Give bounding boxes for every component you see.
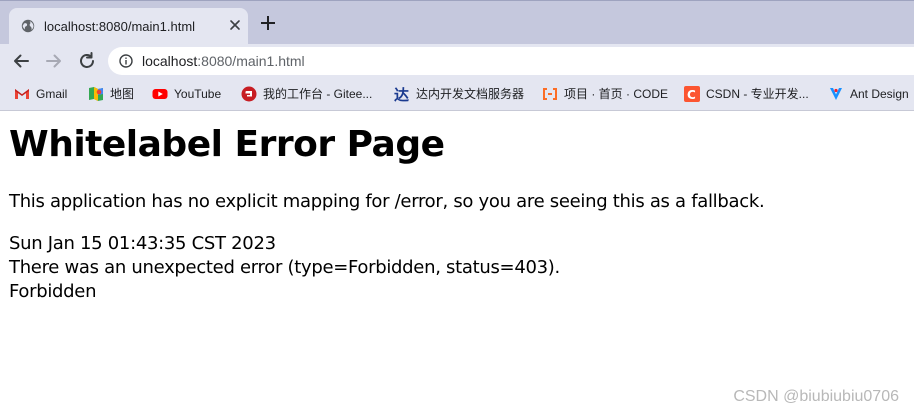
bookmark-youtube[interactable]: YouTube: [152, 85, 221, 103]
page-title: Whitelabel Error Page: [9, 124, 445, 165]
address-bar[interactable]: localhost:8080/main1.html: [108, 47, 914, 75]
bookmark-label: 项目 · 首页 · CODE: [564, 87, 668, 101]
gmail-icon: [15, 88, 29, 99]
bookmark-label: 我的工作台 - Gitee...: [263, 87, 373, 101]
bookmark-label: Gmail: [36, 87, 68, 101]
bookmark-label: Ant Design: [850, 87, 909, 101]
code-icon: [543, 87, 557, 100]
close-icon[interactable]: [227, 17, 243, 33]
error-message: Forbidden: [9, 281, 97, 302]
bookmark-tarena[interactable]: 达 达内开发文档服务器: [394, 85, 524, 103]
tarena-icon: 达: [394, 86, 409, 102]
svg-text:达: 达: [394, 86, 409, 102]
tab-strip: localhost:8080/main1.html: [0, 0, 914, 45]
csdn-icon: C: [684, 85, 700, 102]
page-content: Whitelabel Error Page This application h…: [0, 112, 914, 414]
url-path: :8080/main1.html: [197, 53, 305, 69]
bookmark-label: 达内开发文档服务器: [416, 87, 525, 101]
maps-icon: [89, 86, 103, 101]
close-glyph: [230, 20, 240, 30]
bookmark-label: YouTube: [174, 87, 222, 101]
youtube-icon: [152, 88, 168, 99]
gitee-icon: [241, 86, 257, 102]
error-details: There was an unexpected error (type=Forb…: [9, 257, 560, 278]
globe-icon: [21, 19, 35, 33]
svg-text:C: C: [687, 88, 696, 102]
bookmark-label: CSDN - 专业开发...: [706, 87, 809, 101]
error-description: This application has no explicit mapping…: [9, 191, 765, 212]
forward-arrow-icon[interactable]: [43, 50, 65, 72]
reload-icon[interactable]: [76, 50, 98, 72]
bookmark-maps[interactable]: 地图: [88, 85, 134, 103]
back-arrow-icon[interactable]: [10, 50, 32, 72]
toolbar: localhost:8080/main1.html: [0, 44, 914, 78]
tab-title: localhost:8080/main1.html: [44, 19, 196, 34]
ant-design-icon: [830, 87, 842, 100]
bookmark-label: 地图: [110, 87, 135, 101]
bookmark-gitee[interactable]: 我的工作台 - Gitee...: [241, 85, 372, 103]
url-text[interactable]: localhost:8080/main1.html: [142, 53, 305, 69]
bookmark-csdn[interactable]: C CSDN - 专业开发...: [684, 85, 809, 103]
bookmark-code[interactable]: 项目 · 首页 · CODE: [542, 85, 668, 103]
info-icon[interactable]: [119, 54, 133, 68]
browser-window: localhost:8080/main1.html localhost:8080…: [0, 0, 914, 414]
bookmarks-bar: Gmail 地图 YouTube 我的工作台 - Gitee... 达 达内开发…: [0, 78, 914, 111]
bookmark-ant-design[interactable]: Ant Design: [828, 85, 909, 103]
watermark: CSDN @biubiubiu0706: [733, 388, 899, 405]
url-host: localhost: [142, 53, 198, 69]
error-timestamp: Sun Jan 15 01:43:35 CST 2023: [9, 233, 276, 254]
new-tab-plus-icon[interactable]: [258, 13, 278, 33]
tab-active[interactable]: localhost:8080/main1.html: [9, 8, 248, 45]
bookmark-gmail[interactable]: Gmail: [14, 85, 67, 103]
